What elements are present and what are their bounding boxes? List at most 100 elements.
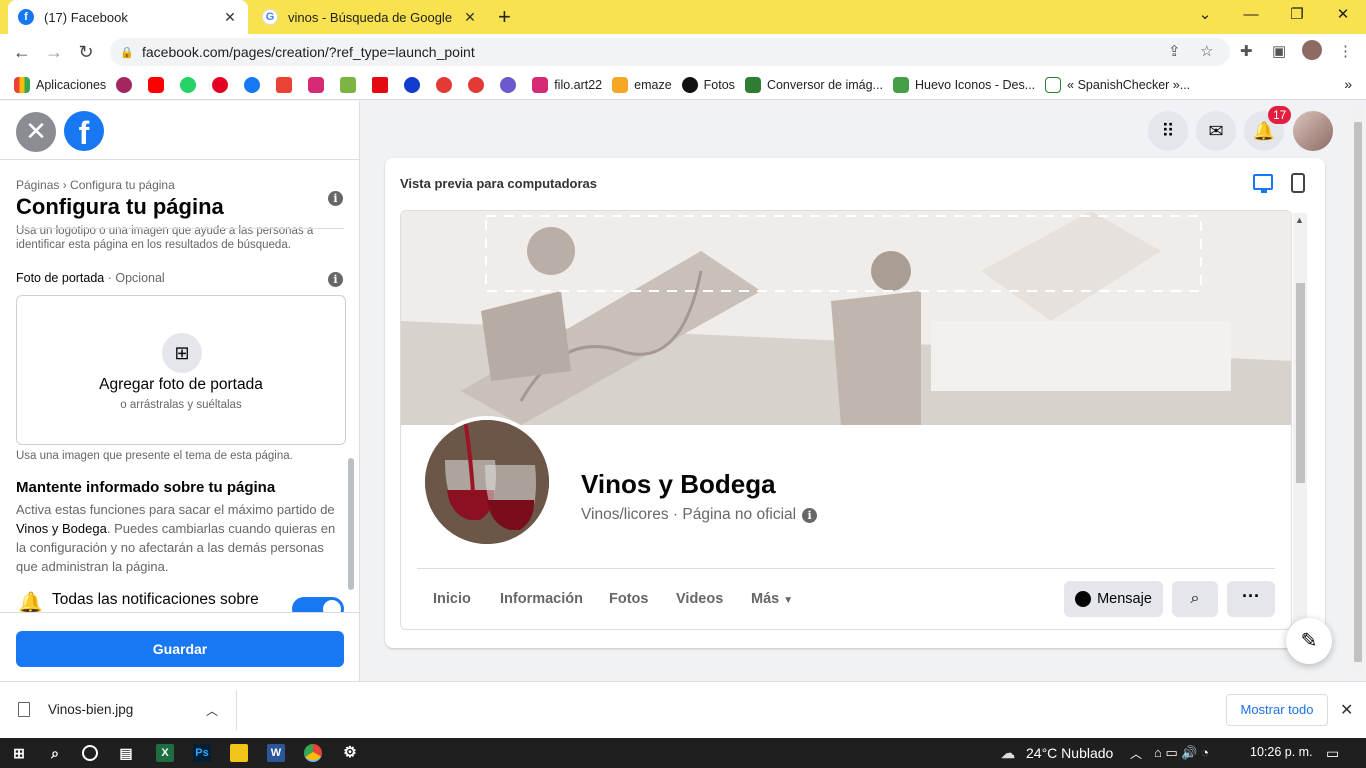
facebook-icon: f bbox=[18, 9, 34, 25]
info-icon[interactable]: i bbox=[328, 272, 343, 287]
tab-google-search[interactable]: G vinos - Búsqueda de Google ✕ bbox=[252, 0, 488, 34]
download-item[interactable]: Vinos-bien.jpg bbox=[18, 702, 133, 717]
reload-icon[interactable]: ↻ bbox=[74, 40, 98, 64]
task-view-icon[interactable]: ▤ bbox=[117, 744, 135, 762]
facebook-icon[interactable] bbox=[244, 76, 261, 93]
mobile-preview-icon[interactable] bbox=[1291, 173, 1305, 193]
star-icon[interactable] bbox=[436, 76, 453, 93]
tab-informacion[interactable]: Información bbox=[500, 591, 583, 607]
chevron-up-icon[interactable]: ︿ bbox=[1130, 745, 1142, 762]
bookmark-label: emaze bbox=[634, 77, 672, 92]
settings-gear-icon[interactable]: ⚙ bbox=[341, 744, 359, 762]
clock[interactable]: 10:26 p. m. bbox=[1250, 745, 1313, 759]
info-icon[interactable]: i bbox=[802, 507, 818, 523]
scroll-up-icon[interactable]: ▲ bbox=[1295, 215, 1304, 225]
scrollbar-thumb[interactable] bbox=[1296, 283, 1305, 483]
breadcrumb[interactable]: Páginas › Configura tu página bbox=[16, 178, 175, 192]
window-close-icon[interactable]: ✕ bbox=[1320, 0, 1366, 30]
tab-search-icon[interactable]: ⌄ bbox=[1182, 0, 1228, 30]
bookmark-spanishchecker[interactable]: « SpanishChecker »... bbox=[1045, 76, 1190, 93]
save-button[interactable]: Guardar bbox=[16, 631, 344, 667]
canva-icon[interactable] bbox=[500, 76, 517, 93]
page-scrollbar[interactable] bbox=[1352, 104, 1364, 676]
tab-title: (17) Facebook bbox=[44, 9, 128, 25]
back-icon[interactable]: ← bbox=[10, 40, 34, 64]
compose-edit-icon[interactable]: ✎ bbox=[1286, 618, 1332, 664]
browser-tabstrip: f (17) Facebook ✕ G vinos - Búsqueda de … bbox=[0, 0, 1366, 34]
bookmark-label: filo.art22 bbox=[554, 77, 603, 92]
netflix-icon[interactable] bbox=[372, 76, 389, 93]
restore-icon[interactable]: ❐ bbox=[1274, 0, 1320, 30]
bookmark-star-icon[interactable]: ☆ bbox=[1200, 42, 1213, 60]
close-tab-icon[interactable]: ✕ bbox=[462, 9, 478, 26]
info-icon[interactable]: i bbox=[328, 191, 343, 206]
system-tray-icons[interactable]: ⌂ ▭ 🔊 ◔ bbox=[1154, 745, 1209, 761]
message-button[interactable]: Mensaje bbox=[1064, 581, 1163, 617]
more-options-button[interactable]: ··· bbox=[1227, 581, 1275, 617]
youtube-icon[interactable] bbox=[148, 76, 165, 93]
desktop-preview-icon[interactable] bbox=[1253, 174, 1273, 193]
windows-start-icon[interactable]: ⊞ bbox=[10, 744, 28, 762]
profile-photo-wine bbox=[421, 416, 553, 548]
extensions-icon[interactable]: ✚ bbox=[1240, 42, 1253, 60]
menu-icon[interactable]: ⋮ bbox=[1338, 42, 1353, 60]
pinterest-icon[interactable] bbox=[212, 76, 229, 93]
windows-taskbar: ⊞ ⌕ ▤ X Ps W ⚙ ☁ 24°C Nublado ︿ ⌂ ▭ 🔊 ◔ … bbox=[0, 738, 1366, 768]
minimize-icon[interactable]: — bbox=[1228, 0, 1274, 30]
new-tab-icon[interactable]: + bbox=[498, 6, 511, 28]
address-bar[interactable]: 🔒 facebook.com/pages/creation/?ref_type=… bbox=[110, 38, 1230, 66]
emaze-icon bbox=[612, 76, 629, 93]
bookmark-icon[interactable] bbox=[116, 76, 133, 93]
chevron-up-icon[interactable]: ︿ bbox=[206, 702, 218, 719]
account-avatar[interactable] bbox=[1293, 111, 1333, 151]
notification-center-icon[interactable]: ▭ bbox=[1326, 745, 1339, 762]
bookmark-apps[interactable]: Aplicaciones bbox=[14, 76, 106, 93]
bookmark-filo[interactable]: filo.art22 bbox=[532, 76, 603, 93]
share-icon[interactable]: ⇪ bbox=[1168, 42, 1181, 60]
messenger-icon[interactable]: ✉ bbox=[1196, 111, 1236, 151]
close-icon[interactable]: ✕ bbox=[16, 112, 56, 152]
desktop-preview-card: Vista previa para computadoras Vinos y B… bbox=[385, 158, 1325, 648]
menu-grid-icon[interactable]: ⠿ bbox=[1148, 111, 1188, 151]
word-icon[interactable]: W bbox=[267, 744, 285, 762]
facebook-logo-icon[interactable]: f bbox=[64, 111, 104, 151]
show-all-downloads-button[interactable]: Mostrar todo bbox=[1226, 694, 1328, 726]
file-explorer-icon[interactable] bbox=[230, 744, 248, 762]
tab-mas[interactable]: Más ▼ bbox=[751, 591, 793, 607]
preview-scrollbar[interactable]: ▲ bbox=[1293, 213, 1307, 629]
excel-icon[interactable]: X bbox=[156, 744, 174, 762]
heart-icon[interactable] bbox=[468, 76, 485, 93]
close-tab-icon[interactable]: ✕ bbox=[222, 9, 238, 26]
instagram-icon[interactable] bbox=[308, 76, 325, 93]
close-icon[interactable]: ✕ bbox=[1340, 700, 1353, 720]
tab-fotos[interactable]: Fotos bbox=[609, 591, 648, 607]
chrome-icon[interactable] bbox=[304, 744, 322, 762]
bookmark-huevo[interactable]: Huevo Iconos - Des... bbox=[892, 76, 1035, 93]
page-title: Configura tu página bbox=[16, 194, 224, 219]
page-name: Vinos y Bodega bbox=[581, 469, 776, 499]
tab-videos[interactable]: Videos bbox=[676, 591, 723, 607]
side-panel-icon[interactable]: ▣ bbox=[1272, 42, 1286, 60]
gmail-icon[interactable] bbox=[276, 76, 293, 93]
bookmark-emaze[interactable]: emaze bbox=[612, 76, 672, 93]
tab-inicio[interactable]: Inicio bbox=[433, 591, 471, 607]
search-icon[interactable]: ⌕ bbox=[1172, 581, 1218, 617]
tab-facebook[interactable]: f (17) Facebook ✕ bbox=[8, 0, 248, 34]
more-bookmarks-icon[interactable]: » bbox=[1344, 76, 1352, 92]
divider bbox=[16, 228, 344, 229]
bookmark-icon[interactable] bbox=[340, 76, 357, 93]
weather-text[interactable]: 24°C Nublado bbox=[1026, 745, 1113, 761]
cortana-icon[interactable] bbox=[82, 745, 98, 761]
photoshop-icon[interactable]: Ps bbox=[193, 744, 211, 762]
scrollbar-thumb[interactable] bbox=[1354, 122, 1362, 662]
whatsapp-icon[interactable] bbox=[180, 76, 197, 93]
forward-icon[interactable]: → bbox=[42, 40, 66, 64]
panel-scrollbar[interactable] bbox=[348, 458, 354, 590]
bookmark-converter[interactable]: Conversor de imág... bbox=[744, 76, 883, 93]
profile-avatar[interactable] bbox=[1302, 40, 1322, 60]
caret-down-icon: ▼ bbox=[783, 595, 794, 606]
disney-icon[interactable] bbox=[404, 76, 421, 93]
bookmark-fotos[interactable]: Fotos bbox=[681, 76, 735, 93]
add-cover-photo-dropzone[interactable]: ⊞ Agregar foto de portada o arrástralas … bbox=[16, 295, 346, 445]
search-icon[interactable]: ⌕ bbox=[46, 744, 64, 762]
